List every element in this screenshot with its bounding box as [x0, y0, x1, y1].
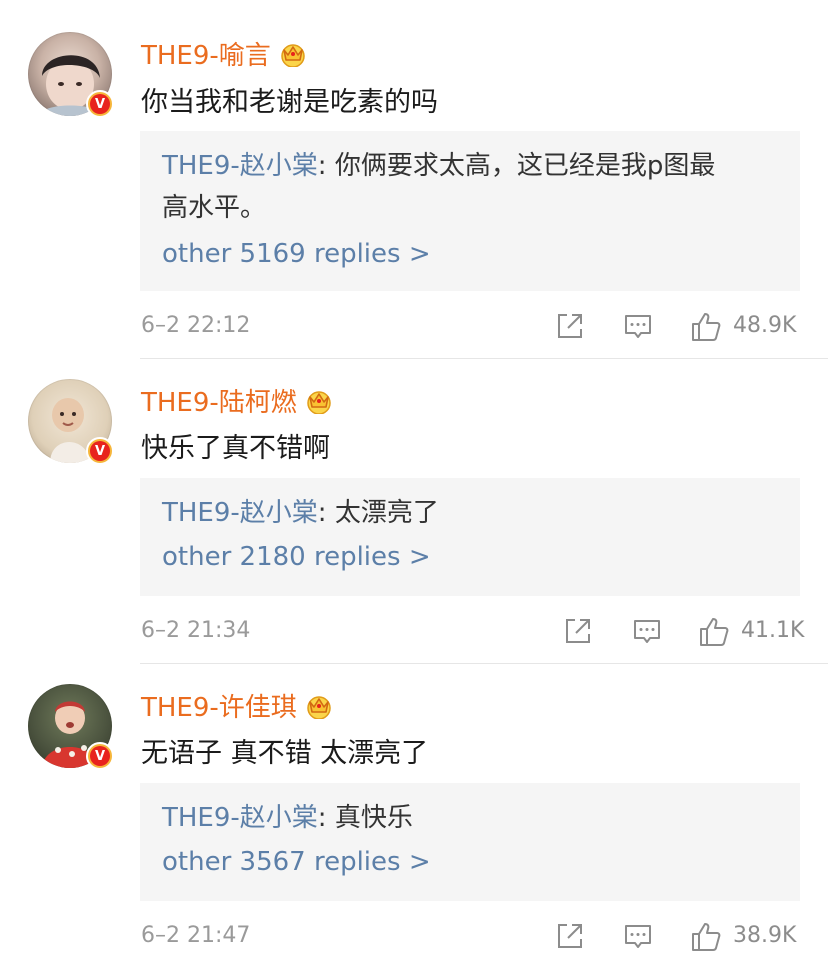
- crown-vip-icon: [307, 695, 331, 719]
- comment-meta: 6–2 22:12 48.9K: [0, 313, 828, 343]
- reply-text: 太漂亮了: [334, 498, 439, 528]
- avatar[interactable]: V: [28, 684, 114, 770]
- share-icon[interactable]: [555, 311, 585, 341]
- username-text[interactable]: THE9-喻言: [141, 35, 271, 72]
- username-text[interactable]: THE9-许佳琪: [141, 687, 297, 724]
- reply-preview[interactable]: THE9-赵小棠: 真快乐 other 3567 replies >: [140, 783, 800, 901]
- comment-text: 无语子 真不错 太漂亮了: [141, 738, 429, 769]
- reply-separator: :: [317, 151, 335, 181]
- verified-badge-icon: V: [86, 437, 114, 465]
- like-count: 41.1K: [741, 618, 805, 643]
- reply-line: THE9-赵小棠: 太漂亮了: [162, 478, 778, 534]
- reply-author[interactable]: THE9-赵小棠: [162, 803, 318, 833]
- verified-badge-icon: V: [86, 90, 114, 118]
- crown-vip-icon: [307, 390, 331, 414]
- comment-icon[interactable]: [632, 616, 662, 646]
- reply-line: THE9-赵小棠: 你俩要求太高，这已经是我p图最: [162, 131, 778, 187]
- comment-text: 快乐了真不错啊: [141, 433, 330, 464]
- more-replies-link[interactable]: other 3567 replies >: [162, 847, 778, 877]
- username-text[interactable]: THE9-陆柯燃: [141, 382, 297, 419]
- username[interactable]: THE9-喻言: [141, 35, 308, 72]
- thumbs-up-icon[interactable]: [698, 616, 730, 648]
- comment-icon[interactable]: [623, 311, 653, 341]
- more-replies-link[interactable]: other 2180 replies >: [162, 542, 778, 572]
- timestamp: 6–2 21:34: [141, 618, 251, 643]
- thumbs-up-icon[interactable]: [690, 311, 722, 343]
- comment-item: V THE9-喻言 你当我和老谢是吃素的吗 THE9-赵小棠: 你俩要求太高，这…: [0, 0, 828, 358]
- reply-author[interactable]: THE9-赵小棠: [162, 151, 318, 181]
- crown-vip-icon: [281, 43, 305, 67]
- reply-author[interactable]: THE9-赵小棠: [162, 498, 318, 528]
- reply-preview[interactable]: THE9-赵小棠: 太漂亮了 other 2180 replies >: [140, 478, 800, 596]
- comment-meta: 6–2 21:47 38.9K: [0, 923, 828, 953]
- share-icon[interactable]: [555, 921, 585, 951]
- more-replies-link[interactable]: other 5169 replies >: [162, 239, 778, 269]
- reply-text-continued: 高水平。: [162, 193, 267, 223]
- comment-icon[interactable]: [623, 921, 653, 951]
- verified-badge-icon: V: [86, 742, 114, 770]
- thumbs-up-icon[interactable]: [690, 921, 722, 953]
- comment-meta: 6–2 21:34 41.1K: [0, 618, 828, 648]
- avatar[interactable]: V: [28, 32, 114, 118]
- like-count: 48.9K: [733, 313, 797, 338]
- timestamp: 6–2 22:12: [141, 313, 251, 338]
- comment-item: V THE9-陆柯燃 快乐了真不错啊 THE9-赵小棠: 太漂亮了 other …: [0, 359, 828, 663]
- comment-item: V THE9-许佳琪 无语子 真不错 太漂亮了 THE9-赵小棠: 真快乐 ot…: [0, 664, 828, 968]
- avatar[interactable]: V: [28, 379, 114, 465]
- like-count: 38.9K: [733, 923, 797, 948]
- reply-text: 你俩要求太高，这已经是我p图最: [334, 151, 716, 181]
- reply-separator: :: [317, 498, 335, 528]
- comment-text: 你当我和老谢是吃素的吗: [141, 87, 438, 118]
- reply-preview[interactable]: THE9-赵小棠: 你俩要求太高，这已经是我p图最 高水平。 other 516…: [140, 131, 800, 291]
- username[interactable]: THE9-许佳琪: [141, 687, 334, 724]
- timestamp: 6–2 21:47: [141, 923, 251, 948]
- username[interactable]: THE9-陆柯燃: [141, 382, 334, 419]
- reply-separator: :: [317, 803, 335, 833]
- reply-line: THE9-赵小棠: 真快乐: [162, 783, 778, 839]
- reply-text: 真快乐: [334, 803, 413, 833]
- share-icon[interactable]: [563, 616, 593, 646]
